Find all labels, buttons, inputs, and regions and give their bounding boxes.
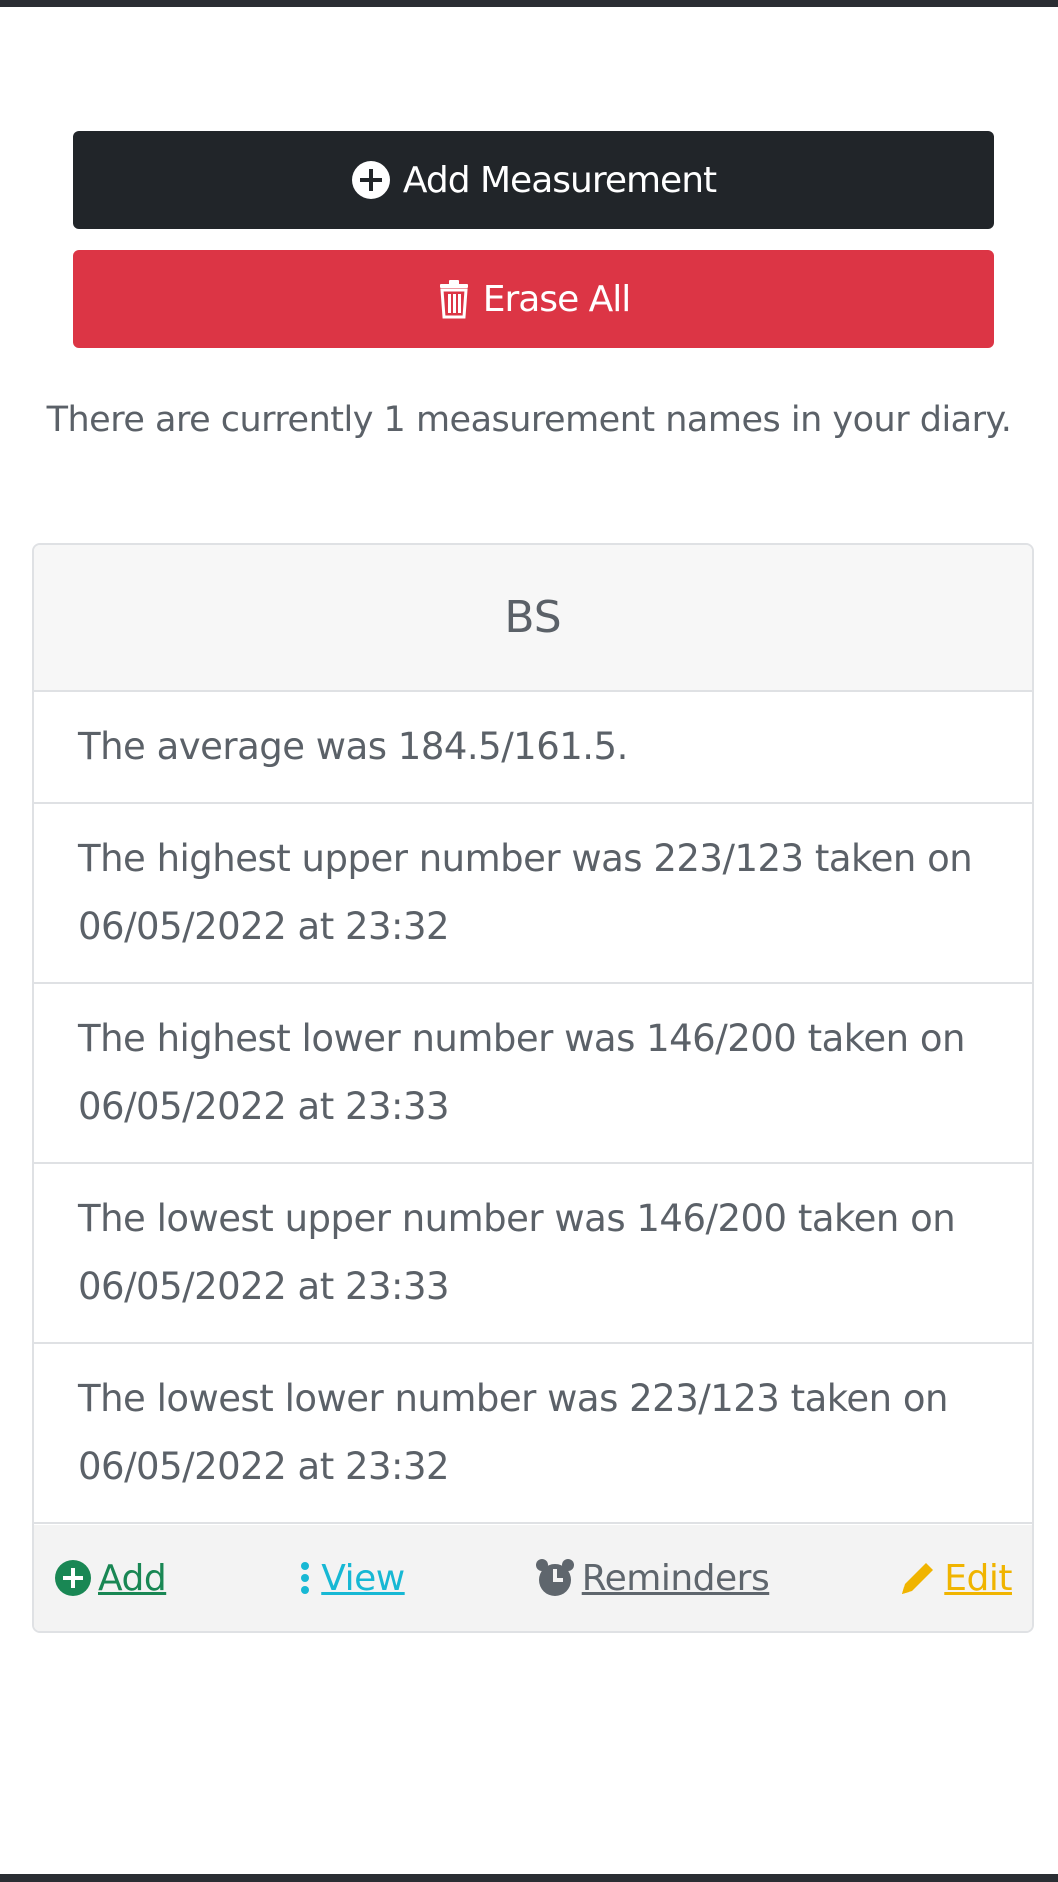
stat-lowest-upper: The lowest upper number was 146/200 take… xyxy=(34,1164,1032,1344)
edit-link-label: Edit xyxy=(944,1557,1012,1599)
trash-icon xyxy=(437,279,471,319)
edit-link[interactable]: Edit xyxy=(898,1558,1012,1599)
erase-all-label: Erase All xyxy=(482,278,632,320)
plus-circle-icon xyxy=(351,160,391,200)
erase-all-button[interactable]: Erase All xyxy=(73,250,994,348)
reminders-link[interactable]: Reminders xyxy=(534,1557,770,1599)
vertical-dots-icon xyxy=(295,1559,315,1597)
view-link-label: View xyxy=(321,1557,405,1599)
pencil-icon xyxy=(898,1558,938,1598)
top-edge-bar xyxy=(0,0,1058,7)
add-measurement-label: Add Measurement xyxy=(402,159,717,201)
reminders-link-label: Reminders xyxy=(581,1557,770,1599)
card-title: BS xyxy=(34,545,1032,692)
alarm-clock-icon xyxy=(534,1557,576,1599)
plus-circle-icon xyxy=(54,1559,92,1597)
stat-lowest-lower: The lowest lower number was 223/123 take… xyxy=(34,1344,1032,1524)
card-footer: Add View Reminders Edit xyxy=(34,1525,1032,1631)
stats-list: The average was 184.5/161.5. The highest… xyxy=(34,692,1032,1524)
measurement-card: BS The average was 184.5/161.5. The high… xyxy=(32,543,1034,1633)
view-link[interactable]: View xyxy=(295,1557,405,1599)
stat-highest-upper: The highest upper number was 223/123 tak… xyxy=(34,804,1032,984)
add-link-label: Add xyxy=(98,1557,167,1599)
measurement-count-summary: There are currently 1 measurement names … xyxy=(46,400,1012,440)
add-measurement-button[interactable]: Add Measurement xyxy=(73,131,994,229)
stat-average: The average was 184.5/161.5. xyxy=(34,692,1032,804)
add-link[interactable]: Add xyxy=(54,1557,167,1599)
stat-highest-lower: The highest lower number was 146/200 tak… xyxy=(34,984,1032,1164)
bottom-edge-bar xyxy=(0,1874,1058,1882)
